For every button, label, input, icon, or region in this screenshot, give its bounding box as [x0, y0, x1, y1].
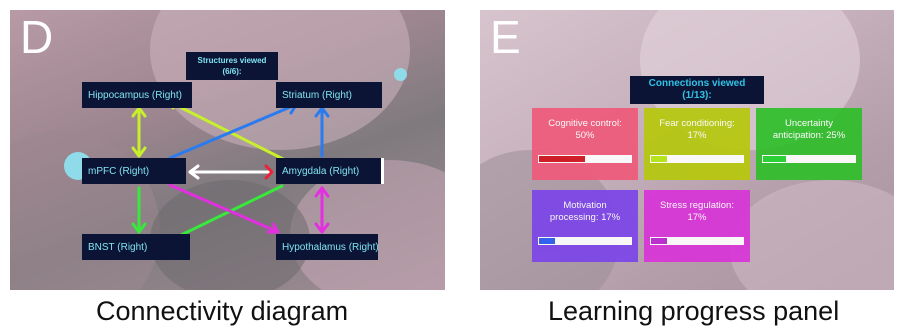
connections-viewed-title: Connections viewed — [648, 78, 746, 89]
arrow-amygdala-hypothalamus[interactable] — [314, 186, 330, 234]
card-label: Motivation processing: 17% — [549, 200, 621, 223]
node-bnst[interactable]: BNST (Right) — [82, 234, 190, 260]
card-cognitive-control[interactable]: Cognitive control: 50% — [532, 108, 638, 180]
arrow-amygdala-striatum[interactable] — [314, 106, 330, 158]
arrow-mpfc-hypothalamus[interactable] — [168, 183, 280, 234]
node-hypothalamus[interactable]: Hypothalamus (Right) — [276, 234, 379, 260]
card-label: Stress regulation: 17% — [660, 200, 734, 223]
connections-viewed-label: Connections viewed (1/13): — [630, 76, 764, 104]
card-label: Fear conditioning: 17% — [659, 118, 735, 141]
progress-fill — [651, 238, 667, 244]
caption-connectivity-diagram: Connectivity diagram — [96, 296, 349, 326]
panel-letter: E — [490, 11, 521, 63]
background-shape — [730, 180, 894, 290]
connections-viewed-count: (1/13): — [682, 90, 712, 101]
structures-viewed-title: Structures viewed — [197, 56, 267, 65]
caption-learning-progress-panel: Learning progress panel — [548, 296, 840, 326]
progress-track — [650, 237, 744, 245]
card-fear-conditioning[interactable]: Fear conditioning: 17% — [644, 108, 750, 180]
card-label: Cognitive control: 50% — [548, 118, 622, 141]
progress-fill — [763, 156, 786, 162]
card-label: Uncertainty anticipation: 25% — [772, 118, 846, 141]
progress-fill — [651, 156, 667, 162]
node-hippocampus[interactable]: Hippocampus (Right) — [82, 82, 192, 108]
brain-region-marker — [394, 68, 407, 81]
progress-fill — [539, 156, 585, 162]
connectivity-diagram-panel: D Structures viewed (6/6): Hippocampus (… — [10, 10, 445, 290]
learning-progress-panel: E Connections viewed (1/13): Cognitive c… — [480, 10, 894, 290]
structures-viewed-label: Structures viewed (6/6): — [186, 52, 278, 80]
progress-track — [650, 155, 744, 163]
structures-viewed-count: (6/6): — [222, 67, 242, 76]
arrow-hippocampus-mpfc[interactable] — [131, 106, 147, 158]
arrow-mpfc-bnst[interactable] — [131, 186, 147, 234]
card-motivation-processing[interactable]: Motivation processing: 17% — [532, 190, 638, 262]
node-mpfc[interactable]: mPFC (Right) — [82, 158, 186, 184]
progress-fill — [539, 238, 555, 244]
progress-track — [762, 155, 856, 163]
card-uncertainty-anticipation[interactable]: Uncertainty anticipation: 25% — [756, 108, 862, 180]
card-stress-regulation[interactable]: Stress regulation: 17% — [644, 190, 750, 262]
node-amygdala[interactable]: Amygdala (Right) — [276, 158, 384, 184]
node-striatum[interactable]: Striatum (Right) — [276, 82, 382, 108]
progress-track — [538, 155, 632, 163]
arrow-amygdala-mpfc[interactable] — [188, 164, 274, 180]
progress-track — [538, 237, 632, 245]
